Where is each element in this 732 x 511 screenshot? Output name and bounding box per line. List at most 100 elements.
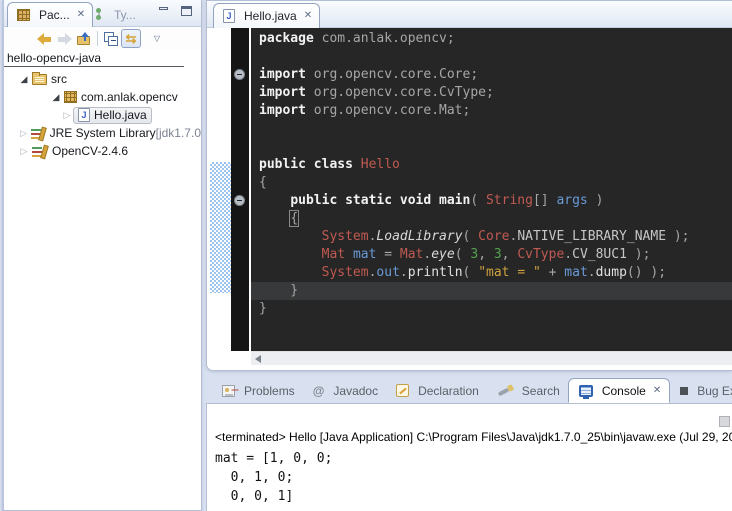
toolbar-separator [97, 31, 98, 46]
code-line[interactable]: import org.opencv.core.CvType; [259, 84, 732, 102]
annotation-ruler[interactable] [231, 28, 249, 351]
back-button[interactable] [34, 29, 54, 48]
code-line[interactable]: System.out.println( "mat = " + mat.dump(… [259, 264, 732, 282]
tab-package-explorer-label: Pac... [39, 8, 70, 22]
editor-tab-hello-java[interactable]: J Hello.java ✕ [213, 3, 320, 28]
tree-item-label: com.anlak.opencv [81, 90, 178, 104]
code-line[interactable]: { [259, 174, 732, 192]
console-output[interactable]: mat = [1, 0, 0; 0, 1, 0; 0, 0, 1] [207, 444, 732, 506]
go-up-button[interactable] [74, 29, 94, 48]
collapse-all-button[interactable] [101, 29, 121, 48]
code-token: } [259, 301, 267, 316]
minimize-button[interactable] [157, 6, 170, 18]
console-toolbar-fragment[interactable] [719, 416, 730, 427]
package-explorer-icon [17, 9, 30, 21]
code-line[interactable]: System.LoadLibrary( Core.NATIVE_LIBRARY_… [259, 228, 732, 246]
scroll-left-arrow-icon[interactable] [255, 355, 261, 363]
java-file-icon: J [78, 108, 90, 122]
code-line[interactable]: package com.anlak.opencv; [259, 30, 732, 48]
code-token: NATIVE_LIBRARY_NAME [517, 229, 666, 244]
code-line[interactable]: { [259, 210, 732, 228]
forward-button[interactable] [54, 29, 74, 48]
tree-item-jre-system-library[interactable]: ▷JRE System Library [jdk1.7.0 [4, 124, 201, 142]
code-token: println [408, 265, 463, 280]
search-icon [497, 384, 513, 397]
code-line[interactable] [259, 48, 732, 66]
code-token: } [259, 283, 298, 298]
code-token [259, 193, 290, 208]
expand-arrow-icon[interactable]: ▷ [18, 128, 29, 139]
code-line[interactable]: public class Hello [259, 156, 732, 174]
code-token: . [400, 265, 408, 280]
library-icon [32, 145, 48, 158]
console-output-line: 0, 1, 0; [215, 468, 732, 487]
close-icon[interactable]: ✕ [653, 386, 661, 396]
close-icon[interactable]: ✕ [77, 10, 85, 20]
collapse-arrow-icon[interactable]: ◢ [18, 74, 30, 85]
console-output-line: 0, 0, 1] [215, 487, 732, 506]
code-line[interactable]: Mat mat = Mat.eye( 3, 3, CvType.CV_8UC1 … [259, 246, 732, 264]
code-line[interactable]: } [259, 300, 732, 318]
view-tab-problems[interactable]: Problems [212, 378, 303, 403]
expand-arrow-icon[interactable]: ▷ [61, 110, 73, 121]
view-tab-label: Declaration [418, 384, 479, 398]
package-explorer-toolbar: ⇆ ▽ [4, 27, 201, 50]
code-token: , [478, 247, 494, 262]
view-tab-declaration[interactable]: Declaration [386, 378, 487, 403]
code-token: [] [533, 193, 556, 208]
view-menu-button[interactable]: ▽ [147, 29, 167, 48]
tab-type-hierarchy-label: Ty... [114, 8, 136, 22]
code-token: . [588, 265, 596, 280]
code-line[interactable]: import org.opencv.core.Mat; [259, 102, 732, 120]
code-token: eye [431, 247, 454, 262]
view-tab-label: Problems [244, 384, 295, 398]
tree-item-com-anlak-opencv[interactable]: ◢ com.anlak.opencv [4, 88, 201, 106]
tree-item-src[interactable]: ◢src [4, 70, 201, 88]
maximize-button[interactable] [180, 6, 193, 18]
horizontal-scrollbar[interactable] [251, 351, 732, 365]
tab-package-explorer[interactable]: Pac... ✕ [7, 2, 93, 27]
code-token: ( [455, 247, 471, 262]
code-token: ( [470, 193, 486, 208]
java-file-icon: J [223, 9, 235, 23]
code-token: package [259, 31, 314, 46]
code-token: com.anlak.opencv; [314, 31, 455, 46]
code-line-current[interactable]: } [251, 282, 732, 300]
code-token: org.opencv.core.CvType; [306, 85, 494, 100]
tree-selection-highlight[interactable]: JHello.java [73, 107, 152, 124]
code-line[interactable]: public static void main( String[] args ) [259, 192, 732, 210]
collapse-arrow-icon[interactable]: ◢ [50, 92, 62, 103]
fold-collapse-icon[interactable] [234, 69, 245, 80]
code-token: ( [463, 265, 479, 280]
code-line[interactable]: import org.opencv.core.Core; [259, 66, 732, 84]
code-token: out [376, 265, 399, 280]
code-line[interactable] [259, 120, 732, 138]
code-token: import [259, 67, 306, 82]
package-explorer-view: Pac... ✕ Ty... ⇆ ▽ [2, 0, 202, 511]
code-token: dump [596, 265, 627, 280]
code-token [259, 247, 322, 262]
library-icon [31, 127, 46, 140]
code-token: CvType [517, 247, 564, 262]
tree-item-hello-java[interactable]: ▷JHello.java [4, 106, 201, 124]
minimize-icon [159, 7, 168, 10]
view-tab-console[interactable]: Console✕ [568, 378, 670, 403]
tree-item-opencv-2-4-6[interactable]: ▷OpenCV-2.4.6 [4, 142, 201, 160]
code-area[interactable]: package com.anlak.opencv; import org.open… [251, 28, 732, 351]
code-line[interactable] [259, 138, 732, 156]
expand-arrow-icon[interactable]: ▷ [18, 146, 30, 157]
code-token [259, 265, 322, 280]
code-token: 3 [494, 247, 502, 262]
console-header: <terminated> Hello [Java Application] C:… [207, 404, 732, 444]
close-icon[interactable]: ✕ [304, 11, 312, 21]
view-tab-search[interactable]: Search [487, 378, 568, 403]
link-with-editor-button[interactable]: ⇆ [121, 29, 141, 48]
tree-item-project-root[interactable]: hello-opencv-java [4, 50, 184, 67]
view-tab-javadoc[interactable]: @Javadoc [303, 378, 386, 403]
code-token: import [259, 103, 306, 118]
back-arrow-icon [37, 34, 52, 44]
editor-body: package com.anlak.opencv; import org.open… [207, 28, 732, 351]
code-token: = [376, 247, 399, 262]
view-tab-bug-explorer[interactable]: Bug Explorer [670, 378, 732, 403]
fold-collapse-icon[interactable] [234, 195, 245, 206]
